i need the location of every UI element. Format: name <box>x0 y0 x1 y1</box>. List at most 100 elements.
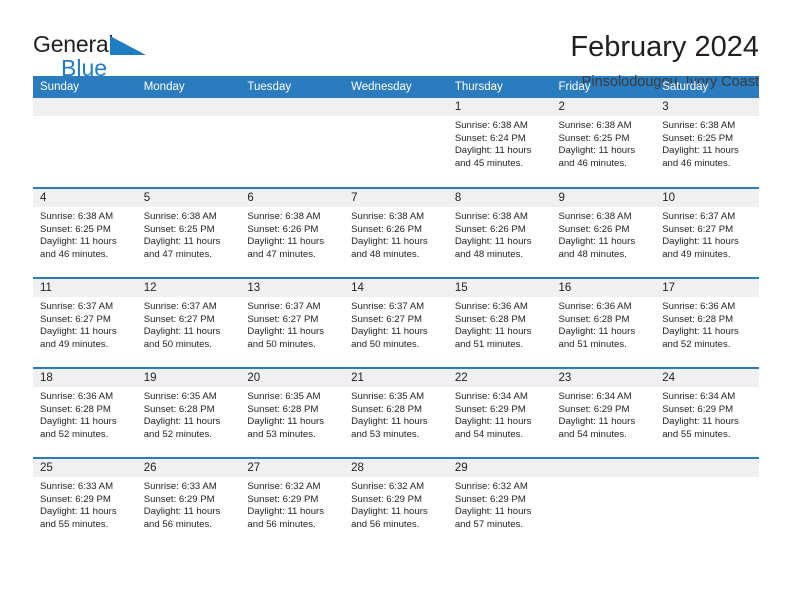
sunset-text: Sunset: 6:29 PM <box>454 403 526 415</box>
daylight-text: Daylight: 11 hours and 46 minutes. <box>662 145 739 169</box>
sunset-text: Sunset: 6:27 PM <box>247 313 319 325</box>
sunrise-text: Sunrise: 6:34 AM <box>558 391 632 402</box>
brand-name-general: General <box>33 31 114 57</box>
day-details: Sunrise: 6:37 AM Sunset: 6:27 PM Daylight:… <box>33 297 137 351</box>
day-number: 4 <box>33 189 137 207</box>
calendar-day-cell[interactable]: 13 Sunrise: 6:37 AM Sunset: 6:27 PM Dayligh… <box>240 278 345 369</box>
sunrise-text: Sunrise: 6:38 AM <box>662 120 736 131</box>
calendar-day-cell[interactable]: 24 Sunrise: 6:34 AM Sunset: 6:29 PM Dayligh… <box>655 368 759 459</box>
daylight-text: Daylight: 11 hours and 55 minutes. <box>40 506 117 530</box>
calendar-day-cell[interactable]: 4 Sunrise: 6:38 AM Sunset: 6:25 PM Daylight… <box>33 188 137 279</box>
calendar-day-cell[interactable]: 26 Sunrise: 6:33 AM Sunset: 6:29 PM Dayligh… <box>136 458 241 548</box>
calendar-day-cell[interactable]: 20 Sunrise: 6:35 AM Sunset: 6:28 PM Dayligh… <box>240 368 345 459</box>
brand-logo[interactable]: General Blue <box>33 30 183 80</box>
daylight-text: Daylight: 11 hours and 49 minutes. <box>662 236 739 260</box>
day-details: Sunrise: 6:35 AM Sunset: 6:28 PM Daylight:… <box>137 387 241 441</box>
day-details: Sunrise: 6:36 AM Sunset: 6:28 PM Daylight:… <box>448 297 552 351</box>
calendar-day-cell[interactable]: 29 Sunrise: 6:32 AM Sunset: 6:29 PM Dayligh… <box>447 458 552 548</box>
sunset-text: Sunset: 6:26 PM <box>351 223 423 235</box>
daylight-text: Daylight: 11 hours and 53 minutes. <box>247 416 325 440</box>
calendar-day-cell[interactable]: 8 Sunrise: 6:38 AM Sunset: 6:26 PM Daylight… <box>447 188 552 279</box>
calendar-day-cell[interactable]: 10 Sunrise: 6:37 AM Sunset: 6:27 PM Dayligh… <box>655 188 759 279</box>
sunrise-text: Sunrise: 6:38 AM <box>143 211 217 222</box>
page-title: February 2024 <box>570 31 759 63</box>
sunset-text: Sunset: 6:25 PM <box>662 132 734 144</box>
sunrise-text: Sunrise: 6:35 AM <box>247 391 321 402</box>
calendar-day-cell[interactable]: 16 Sunrise: 6:36 AM Sunset: 6:28 PM Dayligh… <box>551 278 656 369</box>
sunrise-text: Sunrise: 6:38 AM <box>454 211 528 222</box>
day-details: Sunrise: 6:34 AM Sunset: 6:29 PM Daylight:… <box>655 387 759 441</box>
sunset-text: Sunset: 6:27 PM <box>351 313 423 325</box>
day-number: 18 <box>33 369 137 387</box>
day-number <box>136 98 241 116</box>
calendar-day-cell[interactable]: 5 Sunrise: 6:38 AM Sunset: 6:25 PM Daylight… <box>136 188 241 279</box>
calendar-day-cell[interactable]: 18 Sunrise: 6:36 AM Sunset: 6:28 PM Dayligh… <box>33 368 137 459</box>
day-number: 14 <box>344 279 448 297</box>
calendar-cell-empty <box>33 98 137 189</box>
calendar-day-cell[interactable]: 2 Sunrise: 6:38 AM Sunset: 6:25 PM Daylight… <box>551 98 656 189</box>
sunrise-text: Sunrise: 6:37 AM <box>662 211 736 222</box>
day-number: 25 <box>33 459 137 477</box>
day-number: 10 <box>655 189 759 207</box>
day-details: Sunrise: 6:38 AM Sunset: 6:26 PM Daylight:… <box>448 207 552 261</box>
sunrise-text: Sunrise: 6:37 AM <box>40 301 114 312</box>
calendar-day-cell[interactable]: 9 Sunrise: 6:38 AM Sunset: 6:26 PM Daylight… <box>551 188 656 279</box>
calendar-day-cell[interactable]: 27 Sunrise: 6:32 AM Sunset: 6:29 PM Dayligh… <box>240 458 345 548</box>
sunset-text: Sunset: 6:28 PM <box>662 313 734 325</box>
sunrise-text: Sunrise: 6:36 AM <box>454 301 528 312</box>
calendar-cell-empty <box>240 98 345 189</box>
calendar-day-cell[interactable]: 12 Sunrise: 6:37 AM Sunset: 6:27 PM Dayligh… <box>136 278 241 369</box>
calendar-day-cell[interactable]: 28 Sunrise: 6:32 AM Sunset: 6:29 PM Dayligh… <box>344 458 448 548</box>
day-details: Sunrise: 6:37 AM Sunset: 6:27 PM Daylight:… <box>137 297 241 351</box>
calendar-day-cell[interactable]: 7 Sunrise: 6:38 AM Sunset: 6:26 PM Daylight… <box>344 188 448 279</box>
day-number: 9 <box>551 189 656 207</box>
day-details: Sunrise: 6:37 AM Sunset: 6:27 PM Daylight:… <box>240 297 344 351</box>
weekday-header-wednesday: Wednesday <box>344 76 448 98</box>
day-number <box>33 98 137 116</box>
calendar-day-cell[interactable]: 1 Sunrise: 6:38 AM Sunset: 6:24 PM Daylight… <box>447 98 552 189</box>
sunset-text: Sunset: 6:29 PM <box>662 403 734 415</box>
sunset-text: Sunset: 6:28 PM <box>247 403 319 415</box>
calendar-day-cell[interactable]: 14 Sunrise: 6:37 AM Sunset: 6:27 PM Dayligh… <box>344 278 448 369</box>
day-details: Sunrise: 6:32 AM Sunset: 6:29 PM Daylight:… <box>448 477 552 531</box>
calendar-day-cell[interactable]: 17 Sunrise: 6:36 AM Sunset: 6:28 PM Dayligh… <box>655 278 759 369</box>
sunset-text: Sunset: 6:28 PM <box>143 403 215 415</box>
day-details: Sunrise: 6:38 AM Sunset: 6:24 PM Daylight:… <box>448 116 552 170</box>
calendar-day-cell[interactable]: 21 Sunrise: 6:35 AM Sunset: 6:28 PM Dayligh… <box>344 368 448 459</box>
sunrise-text: Sunrise: 6:35 AM <box>351 391 425 402</box>
calendar-page: General Blue February 2024 Pinsolodougou… <box>0 0 792 612</box>
daylight-text: Daylight: 11 hours and 52 minutes. <box>143 416 221 440</box>
calendar-day-cell[interactable]: 6 Sunrise: 6:38 AM Sunset: 6:26 PM Daylight… <box>240 188 345 279</box>
calendar-day-cell[interactable]: 22 Sunrise: 6:34 AM Sunset: 6:29 PM Dayligh… <box>447 368 552 459</box>
day-number: 12 <box>136 279 241 297</box>
sunrise-text: Sunrise: 6:36 AM <box>558 301 632 312</box>
calendar-day-cell[interactable]: 19 Sunrise: 6:35 AM Sunset: 6:28 PM Dayligh… <box>136 368 241 459</box>
calendar-day-cell[interactable]: 23 Sunrise: 6:34 AM Sunset: 6:29 PM Dayligh… <box>551 368 656 459</box>
daylight-text: Daylight: 11 hours and 46 minutes. <box>40 236 117 260</box>
day-number <box>240 98 345 116</box>
sunrise-text: Sunrise: 6:38 AM <box>558 120 632 131</box>
calendar-day-cell[interactable]: 3 Sunrise: 6:38 AM Sunset: 6:25 PM Daylight… <box>655 98 759 189</box>
sunset-text: Sunset: 6:29 PM <box>143 493 215 505</box>
sunset-text: Sunset: 6:24 PM <box>454 132 526 144</box>
calendar-body: 1 Sunrise: 6:38 AM Sunset: 6:24 PM Daylight… <box>33 98 759 548</box>
sunrise-text: Sunrise: 6:33 AM <box>40 481 114 492</box>
daylight-text: Daylight: 11 hours and 47 minutes. <box>143 236 221 260</box>
daylight-text: Daylight: 11 hours and 48 minutes. <box>558 236 636 260</box>
day-details: Sunrise: 6:38 AM Sunset: 6:25 PM Daylight:… <box>33 207 137 261</box>
daylight-text: Daylight: 11 hours and 57 minutes. <box>454 506 532 530</box>
day-details: Sunrise: 6:33 AM Sunset: 6:29 PM Daylight:… <box>137 477 241 531</box>
calendar-day-cell[interactable]: 11 Sunrise: 6:37 AM Sunset: 6:27 PM Dayligh… <box>33 278 137 369</box>
sunset-text: Sunset: 6:29 PM <box>247 493 319 505</box>
day-number: 29 <box>447 459 552 477</box>
calendar-day-cell[interactable]: 25 Sunrise: 6:33 AM Sunset: 6:29 PM Dayligh… <box>33 458 137 548</box>
day-number <box>655 459 759 477</box>
day-number <box>551 459 656 477</box>
day-details: Sunrise: 6:36 AM Sunset: 6:28 PM Daylight:… <box>33 387 137 441</box>
day-number: 16 <box>551 279 656 297</box>
day-details: Sunrise: 6:32 AM Sunset: 6:29 PM Daylight:… <box>344 477 448 531</box>
day-details: Sunrise: 6:38 AM Sunset: 6:25 PM Daylight:… <box>137 207 241 261</box>
calendar-cell-empty <box>551 458 656 548</box>
calendar-day-cell[interactable]: 15 Sunrise: 6:36 AM Sunset: 6:28 PM Dayligh… <box>447 278 552 369</box>
sunset-text: Sunset: 6:25 PM <box>143 223 215 235</box>
